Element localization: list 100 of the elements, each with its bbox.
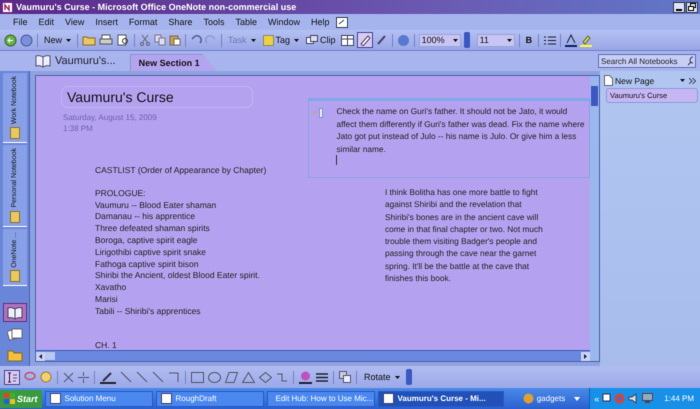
notebook-icon[interactable] — [35, 54, 51, 68]
clip-icon — [306, 34, 318, 46]
chapter-heading: CH. 1 — [95, 340, 118, 350]
taskbar-button[interactable]: Vaumuru's Curse - Mi... — [378, 390, 504, 406]
monitor-icon[interactable] — [642, 393, 654, 404]
scroll-right-icon[interactable] — [581, 352, 590, 360]
scissors-icon[interactable] — [139, 34, 152, 46]
caret-icon — [394, 376, 400, 378]
speaker-icon[interactable] — [628, 393, 640, 404]
menu-item[interactable]: Window — [262, 17, 305, 27]
folder-icon[interactable] — [82, 34, 96, 46]
caret-icon[interactable] — [574, 396, 580, 400]
search-icon — [687, 56, 693, 66]
cast-list-line: Shiribi the Ancient, oldest Blood Eater spirit. — [95, 270, 261, 282]
menu-item[interactable]: View — [60, 17, 90, 27]
page-time: 1:38 PM — [63, 124, 93, 133]
vertical-scrollbar[interactable] — [590, 76, 599, 361]
new-page-dropdown[interactable] — [678, 79, 685, 82]
text-cursor — [336, 155, 338, 165]
pen-icon[interactable] — [100, 370, 116, 384]
diamond-icon[interactable] — [259, 372, 272, 382]
zoom-dropdown[interactable]: 100% — [418, 34, 461, 46]
scroll-left-icon[interactable] — [36, 352, 45, 360]
paste-icon[interactable] — [169, 34, 182, 46]
copy-icon[interactable] — [154, 34, 166, 46]
menu-item[interactable]: Table — [230, 17, 262, 27]
page-title[interactable]: Vaumuru's Curse — [61, 86, 253, 108]
window-title: Vaumuru's Curse - Microsoft Office OneNote non-commercial use — [16, 2, 296, 12]
cast-list-line: PROLOGUE: — [95, 188, 147, 200]
restore-button[interactable] — [686, 2, 698, 12]
rectangle-icon[interactable] — [191, 372, 204, 382]
pages-icon — [6, 326, 22, 340]
menu-item[interactable]: File — [8, 17, 33, 27]
folder-icon — [6, 348, 22, 362]
window-icon — [382, 393, 394, 404]
window-icon — [160, 393, 172, 404]
notebook-list-button[interactable] — [2, 303, 26, 322]
cursor-icon — [6, 372, 18, 382]
insert-space-icon[interactable] — [78, 372, 89, 382]
menu-item[interactable]: Format — [124, 17, 162, 27]
line-icon[interactable] — [120, 371, 132, 383]
tag-icon — [262, 34, 274, 46]
font-size-dropdown[interactable]: 11 — [476, 34, 515, 46]
color-icon[interactable] — [299, 370, 312, 384]
book-icon — [6, 306, 22, 320]
menu-item[interactable]: Share — [163, 17, 198, 27]
back-icon[interactable] — [4, 34, 17, 46]
search-field[interactable]: Search All Notebooks — [598, 54, 696, 68]
start-button[interactable]: Start — [0, 390, 42, 408]
toolbar-handle[interactable] — [406, 369, 412, 385]
bold-button[interactable]: B — [524, 35, 534, 45]
pen-mode-button[interactable] — [356, 32, 373, 48]
text-mode-button[interactable] — [4, 370, 20, 384]
new-button[interactable]: New — [42, 35, 74, 45]
section-tab[interactable]: New Section 1 — [130, 54, 217, 71]
font-color-icon[interactable] — [565, 34, 578, 46]
notebook-title: Vaumuru's... — [55, 55, 116, 67]
line-weight-icon[interactable] — [316, 372, 328, 382]
page-date: Saturday, August 15, 2009 — [63, 113, 157, 122]
window-icon[interactable] — [336, 16, 348, 28]
connector-icon[interactable] — [276, 372, 288, 382]
scroll-thumb[interactable] — [45, 352, 55, 360]
menu-item[interactable]: Help — [306, 17, 335, 27]
horizontal-scrollbar[interactable] — [36, 350, 590, 361]
tag-button[interactable]: Tag — [260, 34, 302, 46]
pen-icon[interactable] — [376, 34, 388, 46]
eraser-icon[interactable] — [63, 372, 74, 382]
highlighter-icon[interactable] — [580, 34, 592, 46]
gadgets-button[interactable]: gadgets — [522, 393, 566, 404]
menu-item[interactable]: Insert — [90, 17, 123, 27]
print-icon[interactable] — [99, 34, 114, 46]
print-preview-icon[interactable] — [116, 34, 130, 46]
cast-list-line: Marisi — [95, 294, 119, 306]
notebook-icon — [10, 127, 20, 140]
parallelogram-icon[interactable] — [225, 372, 238, 382]
scroll-thumb[interactable] — [591, 86, 598, 106]
triangle-icon[interactable] — [242, 372, 255, 382]
bullet-list-icon[interactable] — [543, 34, 556, 46]
menu-item[interactable]: Tools — [198, 17, 230, 27]
double-chevron-icon[interactable] — [689, 78, 696, 84]
angle-line-icon[interactable] — [168, 371, 180, 383]
minimize-button[interactable] — [673, 2, 685, 12]
table-icon[interactable] — [340, 34, 354, 46]
line-icon[interactable] — [152, 371, 164, 383]
to-do-checkbox[interactable] — [318, 108, 324, 118]
ellipse-icon[interactable] — [208, 372, 221, 382]
menu-item[interactable]: Edit — [34, 17, 60, 27]
new-page-button[interactable]: New Page — [604, 75, 654, 86]
line-icon[interactable] — [136, 371, 148, 383]
toolbar-handle[interactable] — [464, 32, 470, 48]
lasso-icon[interactable] — [24, 371, 36, 383]
page-icon — [604, 75, 613, 86]
arrange-icon[interactable] — [339, 371, 351, 383]
clip-button[interactable]: Clip — [304, 34, 338, 46]
rotate-button[interactable]: Rotate — [362, 372, 402, 382]
caret-icon — [294, 38, 300, 42]
cast-list-line: Xavatho — [95, 282, 128, 294]
undo-icon[interactable] — [190, 34, 202, 46]
caret-icon — [506, 38, 512, 42]
note-paragraph: I think Bolitha has one more battle to fight against Shiribi and the revelation that Shiribi's bones are in the ancient cave will come in that final chapter or two. Not much trouble them visiting Badger's people and passing through the cave near the garnet spring. It'll be the battle at the cave that finishes this book. — [385, 186, 544, 284]
